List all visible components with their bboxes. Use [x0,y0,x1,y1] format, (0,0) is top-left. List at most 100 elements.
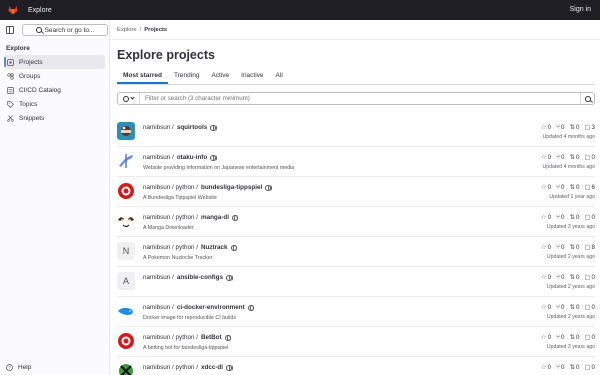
project-namespace[interactable]: namibsun / [143,274,174,281]
project-avatar[interactable] [117,182,135,200]
forks-count[interactable]: ⑂ 0 [556,214,564,221]
app-title: Explore [28,6,52,14]
issues-count[interactable]: ▢ 6 [584,183,595,192]
issues-count[interactable]: ▢ 0 [584,153,595,162]
help-button[interactable]: ? Help [6,364,31,371]
forks-count[interactable]: ⑂ 0 [556,244,564,251]
search-button[interactable]: Search or go to... [22,24,108,36]
project-avatar[interactable] [117,152,135,170]
merge-request-icon: ⇅ [569,124,575,131]
project-namespace[interactable]: namibsun / [143,304,174,311]
project-avatar[interactable] [117,362,135,375]
sidebar-item-topics[interactable]: Topics [4,97,105,111]
issues-value: 3 [591,123,595,131]
issues-value: 6 [591,183,595,191]
chevron-down-icon [130,95,135,100]
forks-count[interactable]: ⑂ 0 [556,334,564,341]
stars-value: 0 [547,183,552,191]
project-avatar[interactable] [117,302,135,320]
tab-all[interactable]: All [270,70,289,84]
stars-value: 0 [547,213,552,221]
tab-active[interactable]: Active [205,70,235,84]
project-name[interactable]: ansible-configs [177,274,223,281]
issues-count[interactable]: ▢ 0 [584,303,595,312]
project-namespace[interactable]: namibsun / [143,124,174,131]
forks-count[interactable]: ⑂ 0 [556,304,564,311]
merge-requests-count[interactable]: ⇅ 0 [569,153,579,162]
search-submit-button[interactable] [580,93,594,104]
forks-count[interactable]: ⑂ 0 [556,274,564,281]
stars-count[interactable]: ☆ 0 [541,123,551,132]
stars-count[interactable]: ☆ 0 [541,213,552,222]
project-namespace[interactable]: namibsun / python / [143,214,198,221]
sidebar-item-cicd-catalog[interactable]: CI/CD Catalog [4,83,105,97]
project-name[interactable]: otaku-info [177,154,207,161]
project-name[interactable]: BetBot [201,334,222,341]
project-name[interactable]: xdcc-dl [201,364,223,371]
stars-count[interactable]: ☆ 0 [541,273,551,282]
project-name[interactable]: squirtools [177,124,207,131]
stars-count[interactable]: ☆ 0 [541,183,552,192]
project-description: A Bundesliga Tippspiel Website [143,195,217,201]
merge-requests-count[interactable]: ⇅ 0 [569,333,579,342]
sidebar-toggle-icon[interactable] [6,26,14,34]
issues-value: 0 [591,303,595,311]
sign-in-link[interactable]: Sign in [570,6,591,13]
fork-icon: ⑂ [556,243,561,251]
sidebar-item-groups[interactable]: Groups [4,69,105,83]
forks-count[interactable]: ⑂ 0 [556,184,564,191]
project-avatar[interactable] [117,332,135,350]
sidebar-item-snippets[interactable]: Snippets [4,111,105,125]
merge-requests-count[interactable]: ⇅ 0 [569,303,580,312]
updated-timestamp: Updated 2 years ago [546,314,595,320]
forks-count[interactable]: ⑂ 0 [556,124,564,131]
project-name[interactable]: Nuztrack [201,244,228,251]
tab-trending[interactable]: Trending [168,70,205,84]
issues-count[interactable]: ▢ 0 [584,273,595,282]
gitlab-logo[interactable] [8,5,18,15]
stars-count[interactable]: ☆ 0 [541,243,552,252]
project-avatar[interactable]: A [117,272,135,290]
tab-inactive[interactable]: Inactive [235,70,269,84]
project-namespace[interactable]: namibsun / python / [143,364,198,371]
project-avatar[interactable] [117,122,135,140]
project-name[interactable]: manga-dl [201,214,229,221]
merge-requests-count[interactable]: ⇅ 0 [569,123,579,132]
merge-requests-count[interactable]: ⇅ 0 [569,183,579,192]
issues-count[interactable]: ▢ 8 [584,243,595,252]
stars-count[interactable]: ☆ 0 [541,303,551,312]
project-name[interactable]: bundesliga-tippspiel [201,184,262,191]
mrs-value: 0 [575,303,580,311]
recent-searches-button[interactable] [118,93,140,104]
stars-count[interactable]: ☆ 0 [541,333,551,342]
updated-timestamp: Updated 4 months ago [542,164,596,170]
stars-value: 0 [547,243,552,251]
issues-count[interactable]: ▢ 0 [584,363,595,372]
stars-count[interactable]: ☆ 0 [541,153,551,162]
fork-icon: ⑂ [556,273,561,281]
project-namespace[interactable]: namibsun / python / [143,184,198,191]
project-namespace[interactable]: namibsun / python / [143,334,198,341]
breadcrumb-explore[interactable]: Explore [117,27,137,33]
forks-count[interactable]: ⑂ 0 [556,154,564,161]
filter-input[interactable] [140,95,580,102]
project-namespace[interactable]: namibsun / python / [143,244,198,251]
merge-requests-count[interactable]: ⇅ 0 [569,273,579,282]
merge-requests-count[interactable]: ⇅ 0 [569,213,579,222]
stars-count[interactable]: ☆ 0 [541,363,551,372]
project-name[interactable]: ci-docker-environment [177,304,245,311]
merge-requests-count[interactable]: ⇅ 0 [569,243,579,252]
project-namespace[interactable]: namibsun / [143,154,174,161]
merge-requests-count[interactable]: ⇅ 0 [569,363,579,372]
breadcrumb-projects[interactable]: Projects [144,27,167,33]
forks-value: 0 [561,303,565,311]
project-avatar[interactable] [117,212,135,230]
sidebar-item-projects[interactable]: Projects [4,55,105,69]
forks-count[interactable]: ⑂ 0 [556,364,564,371]
tab-most-starred[interactable]: Most starred [117,70,169,84]
issues-count[interactable]: ▢ 3 [584,123,595,132]
project-avatar[interactable]: N [117,242,135,260]
forks-value: 0 [561,363,565,371]
issues-count[interactable]: ▢ 0 [584,333,595,342]
issues-count[interactable]: ▢ 0 [584,213,595,222]
